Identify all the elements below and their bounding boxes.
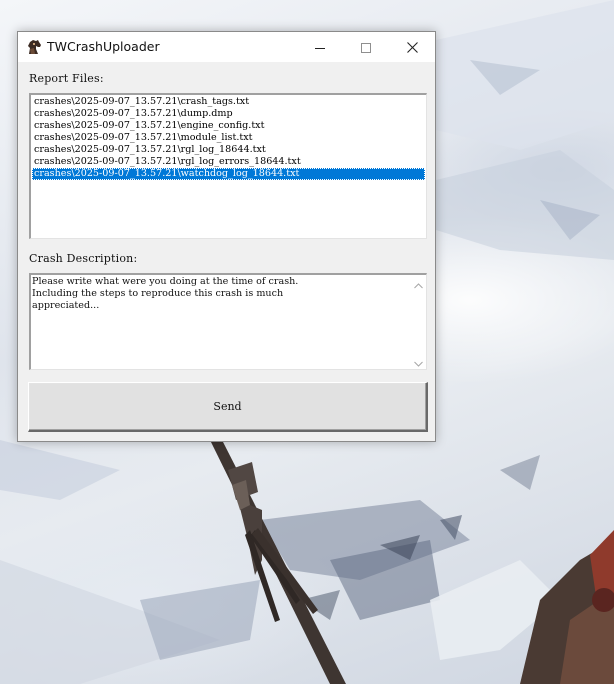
report-file-item[interactable]: crashes\2025-09-07_13.57.21\engine_confi… [32,120,425,132]
report-file-item[interactable]: crashes\2025-09-07_13.57.21\rgl_log_erro… [32,156,425,168]
crash-description-text[interactable]: Please write what were you doing at the … [32,276,408,312]
minimize-button[interactable] [297,32,343,62]
scroll-up-button[interactable] [410,275,426,291]
report-file-item[interactable]: crashes\2025-09-07_13.57.21\rgl_log_1864… [32,144,425,156]
report-file-item-selected[interactable]: crashes\2025-09-07_13.57.21\watchdog_log… [32,168,425,180]
crash-description-label: Crash Description: [29,252,138,265]
window-title: TWCrashUploader [47,39,160,54]
send-button-label: Send [213,400,242,413]
horse-head-icon [26,39,42,55]
maximize-icon [361,38,371,57]
report-files-list[interactable]: crashes\2025-09-07_13.57.21\crash_tags.t… [29,93,427,239]
send-button[interactable]: Send [28,382,428,432]
chevron-down-icon [413,352,423,371]
scroll-down-button[interactable] [410,353,426,369]
report-file-item[interactable]: crashes\2025-09-07_13.57.21\module_list.… [32,132,425,144]
crash-description-input[interactable]: Please write what were you doing at the … [29,273,427,370]
report-file-item[interactable]: crashes\2025-09-07_13.57.21\crash_tags.t… [32,96,425,108]
close-icon [406,38,418,57]
maximize-button[interactable] [343,32,389,62]
report-files-label: Report Files: [29,72,104,85]
minimize-icon [315,38,325,57]
close-button[interactable] [389,32,435,62]
crash-uploader-window: TWCrashUploader Report Files: crashes\20… [17,31,436,442]
chevron-up-icon [413,274,423,293]
report-file-item[interactable]: crashes\2025-09-07_13.57.21\dump.dmp [32,108,425,120]
description-scrollbar[interactable] [410,275,426,369]
title-bar[interactable]: TWCrashUploader [18,32,435,62]
